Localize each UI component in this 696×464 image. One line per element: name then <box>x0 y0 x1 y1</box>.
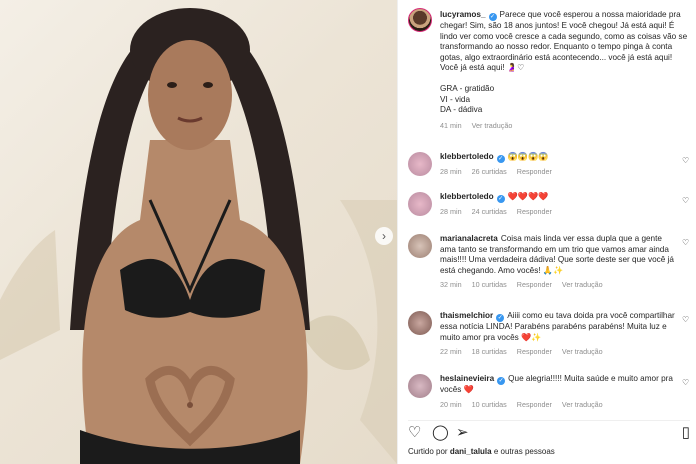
avatar[interactable] <box>408 152 432 176</box>
translate-link[interactable]: Ver tradução <box>562 280 603 289</box>
comment-username[interactable]: klebbertoledo <box>440 152 494 161</box>
post-panel: lucyramos_ ✓ Parece que você esperou a nos… <box>397 0 696 464</box>
caption-line-vi: VI - vida <box>440 94 471 104</box>
verified-icon: ✓ <box>496 314 505 322</box>
comment-likes[interactable]: 10 curtidas <box>472 400 507 409</box>
avatar[interactable] <box>408 192 432 216</box>
avatar[interactable] <box>408 8 432 32</box>
heart-icon[interactable]: ♡ <box>682 239 690 247</box>
comment-likes[interactable]: 10 curtidas <box>472 280 507 289</box>
heart-icon[interactable]: ♡ <box>408 425 421 440</box>
liked-by: Curtido por dani_talula e outras pessoas <box>408 447 555 456</box>
caption-text: Parece que você esperou a nossa maiorida… <box>440 10 688 73</box>
comment-icon[interactable]: ◯ <box>432 425 449 440</box>
reply-button[interactable]: Responder <box>517 347 552 356</box>
comment-username[interactable]: marianalacreta <box>440 234 498 243</box>
comment-time: 28 min <box>440 167 462 176</box>
reply-button[interactable]: Responder <box>517 280 552 289</box>
reply-button[interactable]: Responder <box>517 207 552 216</box>
comment-time: 20 min <box>440 399 462 409</box>
next-photo-button[interactable]: › <box>375 227 393 245</box>
comment-text: 😱😱😱😱 <box>507 152 549 161</box>
action-bar: ♡ ◯ ➢ ▯ <box>408 420 690 443</box>
liked-by-suffix[interactable]: e outras pessoas <box>494 447 555 456</box>
comment-likes[interactable]: 26 curtidas <box>472 167 507 176</box>
reply-button[interactable]: Responder <box>517 167 552 176</box>
verified-icon: ✓ <box>496 155 505 163</box>
comment-text: ❤️❤️❤️❤️ <box>507 192 549 201</box>
comment-likes[interactable]: 24 curtidas <box>472 207 507 216</box>
bookmark-icon[interactable]: ▯ <box>682 425 690 440</box>
translate-link[interactable]: Ver tradução <box>472 121 513 130</box>
translate-link[interactable]: Ver tradução <box>562 347 603 356</box>
avatar[interactable] <box>408 311 432 335</box>
caption-line-gra: GRA - gratidão <box>440 83 495 93</box>
reply-button[interactable]: Responder <box>517 400 552 409</box>
liked-by-prefix: Curtido por <box>408 447 448 456</box>
caption: lucyramos_ ✓ Parece que você esperou a nos… <box>440 10 690 131</box>
heart-icon[interactable]: ♡ <box>682 157 690 165</box>
chevron-right-icon: › <box>382 229 386 243</box>
translate-link[interactable]: Ver tradução <box>562 400 603 409</box>
comment-username[interactable]: heslainevieira <box>440 374 494 383</box>
comment-likes[interactable]: 18 curtidas <box>472 347 507 356</box>
comment-username[interactable]: thaismelchior <box>440 311 493 320</box>
avatar[interactable] <box>408 234 432 258</box>
verified-icon: ✓ <box>496 195 505 203</box>
liked-by-user[interactable]: dani_talula <box>450 447 492 456</box>
comment-time: 32 min <box>440 280 462 290</box>
verified-icon: ✓ <box>488 13 497 21</box>
post-time: 41 min <box>440 120 462 130</box>
comment-time: 28 min <box>440 207 462 216</box>
post-photo[interactable]: › <box>0 0 397 464</box>
share-icon[interactable]: ➢ <box>456 425 469 440</box>
verified-icon: ✓ <box>497 377 506 385</box>
heart-icon[interactable]: ♡ <box>682 197 690 205</box>
caption-username[interactable]: lucyramos_ <box>440 10 486 19</box>
heart-icon[interactable]: ♡ <box>682 316 690 324</box>
caption-line-da: DA - dádiva <box>440 105 483 115</box>
comment-time: 22 min <box>440 347 462 357</box>
avatar[interactable] <box>408 374 432 398</box>
heart-icon[interactable]: ♡ <box>682 379 690 387</box>
comment-username[interactable]: klebbertoledo <box>440 192 494 201</box>
photo-illustration <box>0 8 397 464</box>
